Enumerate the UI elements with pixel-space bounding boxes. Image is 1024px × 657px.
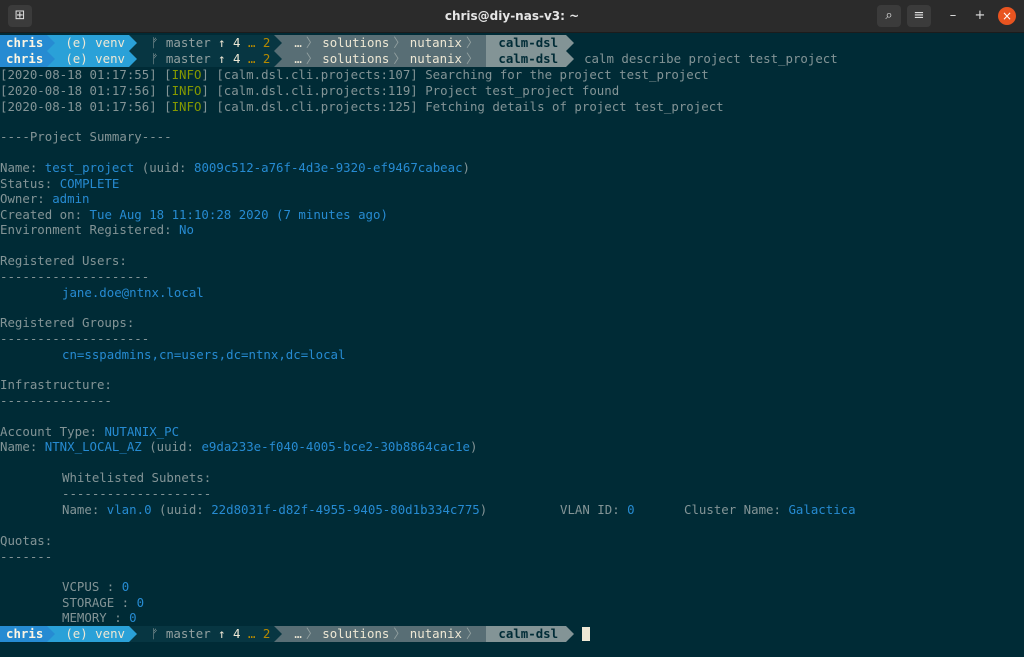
log-line: [2020-08-18 01:17:55] [INFO] [calm.dsl.c…: [0, 67, 709, 82]
command-text: calm describe project test_project: [584, 51, 838, 66]
summary-header: ----Project Summary----: [0, 129, 172, 144]
group-item: cn=sspadmins,cn=users,dc=ntnx,dc=local: [62, 347, 346, 362]
log-line: [2020-08-18 01:17:56] [INFO] [calm.dsl.c…: [0, 99, 724, 114]
prompt-git: ᚠ master ↑ 4 … 2: [137, 35, 275, 51]
prompt-line-active[interactable]: chris (e) venv ᚠ master ↑ 4 … 2 … 〉 soluti…: [0, 626, 591, 642]
log-line: [2020-08-18 01:17:56] [INFO] [calm.dsl.c…: [0, 83, 620, 98]
terminal-output[interactable]: chris (e) venv ᚠ master ↑ 4 … 2 … 〉 soluti…: [0, 33, 1024, 657]
quota-vcpus: VCPUS : 0: [62, 579, 130, 594]
status-line: Status: COMPLETE: [0, 176, 120, 191]
infra-heading: Infrastructure:: [0, 377, 112, 392]
created-line: Created on: Tue Aug 18 11:10:28 2020 (7 …: [0, 207, 388, 222]
prompt-line-command: chris (e) venv ᚠ master ↑ 4 … 2 … 〉 soluti…: [0, 51, 838, 67]
prompt-venv: (e) venv: [55, 35, 129, 51]
text-cursor[interactable]: [582, 627, 591, 641]
infra-name-line: Name: NTNX_LOCAL_AZ (uuid: e9da233e-f040…: [0, 439, 478, 454]
groups-heading: Registered Groups:: [0, 315, 135, 330]
account-line: Account Type: NUTANIX_PC: [0, 424, 180, 439]
infra-rule: ---------------: [0, 393, 112, 408]
prompt-cwd: calm-dsl: [486, 35, 567, 51]
close-button[interactable]: ×: [998, 7, 1016, 25]
project-name-line: Name: test_project (uuid: 8009c512-a76f-…: [0, 160, 471, 175]
maximize-button[interactable]: +: [971, 7, 989, 25]
branch-icon: ᚠ: [151, 35, 159, 50]
subnet-line: Name: vlan.0 (uuid: 22d8031f-d82f-4955-9…: [62, 502, 488, 517]
prompt-line: chris (e) venv ᚠ master ↑ 4 … 2 … 〉 soluti…: [0, 35, 575, 51]
prompt-path: … 〉 solutions 〉 nutanix 〉: [282, 35, 487, 51]
groups-rule: --------------------: [0, 331, 150, 346]
prompt-user: chris: [0, 35, 48, 51]
vlan-id: VLAN ID: 0: [560, 502, 635, 517]
quota-memory: MEMORY : 0: [62, 610, 137, 625]
users-rule: --------------------: [0, 269, 150, 284]
owner-line: Owner: admin: [0, 191, 90, 206]
search-icon[interactable]: ⌕: [877, 5, 901, 27]
users-heading: Registered Users:: [0, 253, 127, 268]
title-bar: ⊞ chris@diy-nas-v3: ~ ⌕ ≡ – + ×: [0, 0, 1024, 33]
user-item: jane.doe@ntnx.local: [62, 285, 204, 300]
cluster-name: Cluster Name: Galactica: [684, 502, 856, 517]
window-title: chris@diy-nas-v3: ~: [444, 9, 580, 23]
hamburger-menu-icon[interactable]: ≡: [907, 5, 931, 27]
subnets-heading: Whitelisted Subnets:: [62, 470, 212, 485]
quota-storage: STORAGE : 0: [62, 595, 145, 610]
minimize-button[interactable]: –: [944, 7, 962, 25]
quotas-heading: Quotas:: [0, 533, 53, 548]
subnets-rule: --------------------: [62, 486, 212, 501]
quotas-rule: -------: [0, 549, 53, 564]
environment-line: Environment Registered: No: [0, 222, 194, 237]
